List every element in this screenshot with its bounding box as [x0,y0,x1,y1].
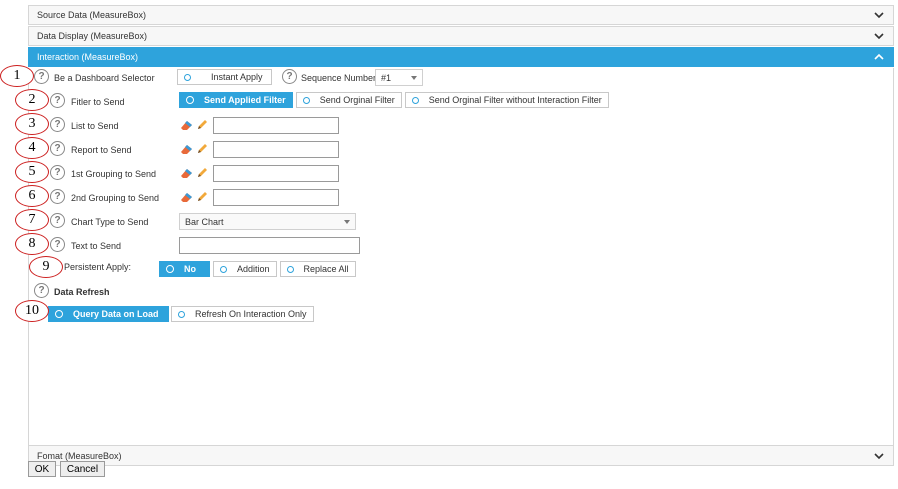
radio-icon [184,73,191,81]
persistent-no-button[interactable]: No [159,261,210,277]
help-icon[interactable]: ? [50,165,65,180]
chart-type-select[interactable]: Bar Chart [179,213,356,230]
send-original-filter-no-interaction-label: Send Orginal Filter without Interaction … [428,95,602,105]
radio-icon [178,310,185,318]
refresh-on-interaction-label: Refresh On Interaction Only [195,309,307,319]
first-grouping-input[interactable] [213,165,339,182]
second-grouping-input[interactable] [213,189,339,206]
annotation-6: 6 [15,185,49,207]
eraser-icon[interactable] [179,166,195,180]
caret-down-icon [344,219,350,224]
eraser-icon[interactable] [179,118,195,132]
send-original-filter-button[interactable]: Send Orginal Filter [295,92,402,108]
measurebox-properties-panel: Source Data (MeasureBox) Data Display (M… [28,5,894,467]
refresh-on-interaction-button[interactable]: Refresh On Interaction Only [171,306,314,322]
radio-icon [411,96,419,104]
filter-to-send-label: Fitler to Send [71,97,125,107]
help-icon[interactable]: ? [50,93,65,108]
radio-icon [302,96,310,104]
persistent-apply-label: Persistent Apply: [64,262,132,272]
annotation-3: 3 [15,113,49,135]
help-icon[interactable]: ? [50,213,65,228]
data-refresh-label: Data Refresh [54,287,110,297]
text-to-send-input[interactable] [179,237,360,254]
send-original-filter-no-interaction-button[interactable]: Send Orginal Filter without Interaction … [404,92,609,108]
ok-button[interactable]: OK [28,461,56,477]
eraser-icon[interactable] [179,190,195,204]
query-data-on-load-button[interactable]: Query Data on Load [48,306,169,322]
chart-type-value: Bar Chart [185,216,224,227]
persistent-replace-all-label: Replace All [303,264,349,274]
radio-icon [166,265,174,273]
help-icon[interactable]: ? [50,237,65,252]
annotation-1: 1 [0,65,34,87]
help-icon[interactable]: ? [34,69,49,84]
pencil-icon[interactable] [195,142,209,156]
cancel-button[interactable]: Cancel [60,461,105,477]
dashboard-selector-label: Be a Dashboard Selector [54,73,155,83]
help-icon[interactable]: ? [282,69,297,84]
list-to-send-label: List to Send [71,121,119,131]
persistent-addition-button[interactable]: Addition [213,261,277,277]
chevron-down-icon [874,12,884,19]
report-to-send-label: Report to Send [71,145,132,155]
text-to-send-label: Text to Send [71,241,122,251]
chevron-down-icon [874,33,884,40]
send-original-filter-label: Send Orginal Filter [319,95,395,105]
help-icon[interactable]: ? [50,117,65,132]
annotation-4: 4 [15,137,49,159]
annotation-5: 5 [15,161,49,183]
persistent-addition-label: Addition [237,264,270,274]
annotation-7: 7 [15,209,49,231]
radio-icon [220,265,227,273]
annotation-2: 2 [15,89,49,111]
list-to-send-input[interactable] [213,117,339,134]
pencil-icon[interactable] [195,118,209,132]
pencil-icon[interactable] [195,166,209,180]
report-to-send-input[interactable] [213,141,339,158]
persistent-replace-all-button[interactable]: Replace All [279,261,356,277]
second-grouping-label: 2nd Grouping to Send [71,193,160,203]
radio-icon [55,310,63,318]
annotation-10: 10 [15,300,49,322]
accordion-interaction[interactable]: Interaction (MeasureBox) [28,47,894,67]
chart-type-label: Chart Type to Send [71,217,149,227]
persistent-no-label: No [184,264,196,274]
accordion-format-label: Fomat (MeasureBox) [37,450,122,461]
accordion-source-data[interactable]: Source Data (MeasureBox) [28,5,894,25]
interaction-body: ? Be a Dashboard Selector Instant Apply … [28,68,894,446]
instant-apply-label: Instant Apply [211,72,263,82]
instant-apply-button[interactable]: Instant Apply [177,69,272,85]
help-icon[interactable]: ? [50,189,65,204]
radio-icon [186,96,194,104]
chevron-down-icon [874,452,884,459]
send-applied-filter-button[interactable]: Send Applied Filter [179,92,293,108]
first-grouping-label: 1st Grouping to Send [71,169,157,179]
sequence-number-select[interactable]: #1 [375,69,423,86]
accordion-interaction-label: Interaction (MeasureBox) [37,52,139,62]
radio-icon [286,265,294,273]
accordion-data-display-label: Data Display (MeasureBox) [37,31,148,41]
sequence-number-label: Sequence Number [301,73,377,83]
pencil-icon[interactable] [195,190,209,204]
annotation-8: 8 [15,233,49,255]
help-icon[interactable]: ? [34,283,49,298]
chevron-up-icon [874,53,884,60]
accordion-format[interactable]: Fomat (MeasureBox) [28,446,894,466]
sequence-number-value: #1 [381,72,392,83]
help-icon[interactable]: ? [50,141,65,156]
send-applied-filter-label: Send Applied Filter [204,95,286,105]
annotation-9: 9 [29,256,63,278]
accordion-source-data-label: Source Data (MeasureBox) [37,10,147,20]
query-data-on-load-label: Query Data on Load [73,309,159,319]
accordion-data-display[interactable]: Data Display (MeasureBox) [28,26,894,46]
eraser-icon[interactable] [179,142,195,156]
caret-down-icon [411,75,417,80]
